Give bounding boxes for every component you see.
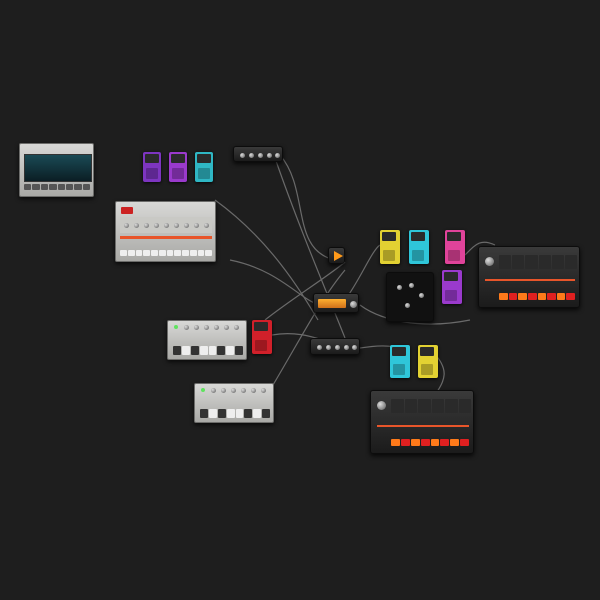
bass-synth-2[interactable] <box>194 383 274 423</box>
effect-pedal-pink[interactable] <box>445 230 465 264</box>
drum-machine-dark-lower[interactable] <box>370 390 474 454</box>
effect-pedal-magenta[interactable] <box>169 152 187 182</box>
bass-keys[interactable] <box>173 346 243 355</box>
drum-machine-dark-upper[interactable] <box>478 246 580 308</box>
effect-pedal-purple[interactable] <box>143 152 161 182</box>
knob-section[interactable] <box>120 217 212 233</box>
mixer-module-top[interactable] <box>233 146 283 162</box>
bass-synth-1[interactable] <box>167 320 247 360</box>
effect-pedal-violet[interactable] <box>442 270 462 304</box>
effect-pedal-teal[interactable] <box>195 152 213 182</box>
accent-stripe <box>485 279 575 281</box>
effect-pedal-red[interactable] <box>252 320 272 354</box>
step-buttons[interactable] <box>499 293 575 300</box>
synth-display <box>24 154 92 182</box>
play-button[interactable] <box>328 247 345 264</box>
xy-pad-module[interactable] <box>386 272 434 322</box>
effect-pedal-lime[interactable] <box>418 345 438 378</box>
lcd-display <box>318 299 346 308</box>
effect-pedal-yellow[interactable] <box>380 230 400 264</box>
display-module[interactable] <box>313 293 359 313</box>
effect-pedal-cyan[interactable] <box>409 230 429 264</box>
synth-panel[interactable] <box>19 143 94 197</box>
power-led <box>174 325 178 329</box>
accent-stripe <box>377 425 469 427</box>
drum-machine-silver[interactable] <box>115 201 216 262</box>
step-buttons[interactable] <box>120 250 212 256</box>
accent-stripe <box>120 236 212 239</box>
bass-keys[interactable] <box>200 409 270 418</box>
effect-pedal-blue[interactable] <box>390 345 410 378</box>
synth-knobs[interactable] <box>24 184 90 190</box>
play-icon <box>334 251 343 261</box>
parameter-knobs[interactable] <box>391 399 471 413</box>
brand-badge <box>121 207 133 214</box>
power-led <box>201 388 205 392</box>
step-buttons[interactable] <box>391 439 469 446</box>
parameter-knobs[interactable] <box>499 255 578 269</box>
mixer-module-middle[interactable] <box>310 338 360 355</box>
